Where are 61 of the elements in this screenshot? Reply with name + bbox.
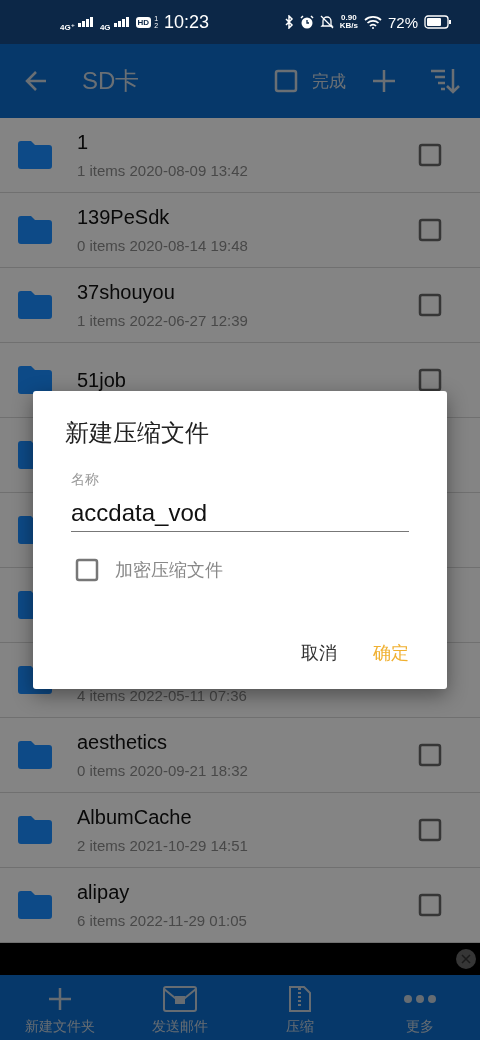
toolbar-title: SD卡 (82, 66, 140, 96)
checkbox[interactable] (75, 558, 99, 582)
plus-icon (48, 987, 72, 1011)
checkbox[interactable] (418, 743, 442, 767)
done-button[interactable]: 完成 (312, 69, 346, 93)
battery-icon (424, 15, 452, 29)
zip-file-icon (289, 986, 311, 1012)
checkbox[interactable] (418, 368, 442, 392)
speed-value: 0.90 (341, 14, 357, 22)
speed-unit: KB/s (339, 22, 358, 30)
folder-details: 1 items 2022-06-27 12:39 (77, 312, 249, 329)
name-field[interactable]: accdata_vod (71, 495, 409, 532)
folder-details: 0 items 2020-08-14 19:48 (77, 237, 249, 254)
bluetooth-icon (284, 15, 294, 29)
checkbox[interactable] (418, 218, 442, 242)
signal-icon (77, 17, 94, 27)
clock: 10:23 (164, 11, 210, 33)
alarm-icon (299, 15, 314, 29)
more-icon (403, 994, 437, 1004)
folder-icon (18, 366, 52, 394)
wifi-icon (363, 15, 382, 29)
folder-name: alipay (77, 881, 131, 904)
checkbox[interactable] (418, 818, 442, 842)
checkbox-label: 加密压缩文件 (115, 559, 223, 582)
sort-icon[interactable] (430, 68, 460, 94)
bell-muted-icon (319, 15, 334, 29)
folder-name: aesthetics (77, 731, 169, 754)
dialog-title: 新建压缩文件 (65, 418, 210, 448)
nav-button[interactable]: 压缩 (240, 975, 360, 1040)
battery-percent: 72% (387, 13, 418, 31)
folder-name: AlbumCache (77, 806, 193, 829)
hd-label: HD (135, 16, 152, 28)
folder-details: 1 items 2020-08-09 13:42 (77, 162, 249, 179)
folder-details: 6 items 2022-11-29 01:05 (77, 912, 248, 929)
confirm-button[interactable]: 确定 (373, 635, 409, 671)
signal-icon (113, 17, 130, 27)
folder-icon (18, 291, 52, 319)
folder-name: 139PeSdk (77, 206, 171, 229)
cancel-button[interactable]: 取消 (301, 635, 337, 671)
folder-name: 51job (77, 368, 127, 392)
checkbox[interactable] (418, 293, 442, 317)
folder-details: 2 items 2021-10-29 14:51 (77, 837, 249, 854)
checkbox[interactable] (418, 143, 442, 167)
folder-icon (18, 891, 52, 919)
folder-details: 0 items 2020-09-21 18:32 (77, 762, 249, 779)
folder-name: 37shouyou (77, 281, 176, 304)
folder-icon (18, 141, 52, 169)
folder-icon (18, 741, 52, 769)
nav-button[interactable]: 发送邮件 (120, 975, 240, 1040)
network-label: 4G (99, 22, 111, 32)
folder-name: 1 (77, 131, 90, 154)
folder-icon (18, 216, 52, 244)
plus-icon[interactable] (372, 69, 396, 93)
checkbox[interactable] (418, 893, 442, 917)
folder-icon (18, 816, 52, 844)
nav-button[interactable]: 新建文件夹 (0, 975, 120, 1040)
field-label: 名称 (71, 471, 100, 489)
nav-button[interactable]: 更多 (360, 975, 480, 1040)
network-label: 4G⁺ (60, 22, 75, 32)
back-arrow-icon[interactable] (24, 70, 48, 92)
mail-icon (163, 986, 197, 1012)
